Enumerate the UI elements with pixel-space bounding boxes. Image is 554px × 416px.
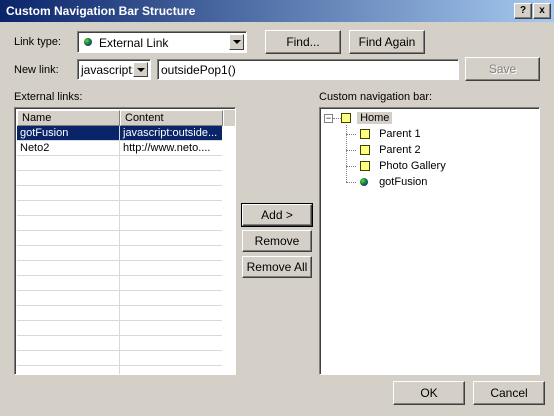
grid-row-line bbox=[17, 350, 222, 351]
tree-item-parent-1[interactable]: Parent 1 bbox=[360, 126, 421, 142]
grid-row-line bbox=[17, 275, 222, 276]
nav-bar-tree[interactable]: − Home Parent 1 Parent 2 Photo Gallery g… bbox=[319, 107, 540, 375]
table-row[interactable]: gotFusion javascript:outside... bbox=[17, 126, 222, 140]
grid-row-line bbox=[17, 215, 222, 216]
link-type-value: External Link bbox=[99, 36, 169, 50]
grid-row-line bbox=[17, 260, 222, 261]
grid-row-line bbox=[17, 230, 222, 231]
grid-right-margin bbox=[222, 126, 235, 374]
window-title: Custom Navigation Bar Structure bbox=[6, 4, 196, 18]
grid-row-line bbox=[17, 335, 222, 336]
grid-body: gotFusion javascript:outside... Neto2 ht… bbox=[17, 126, 222, 374]
grid-row-line bbox=[17, 200, 222, 201]
link-input[interactable]: outsidePop1() bbox=[157, 59, 459, 80]
grid-column-divider bbox=[119, 126, 120, 374]
custom-nav-bar-label: Custom navigation bar: bbox=[319, 91, 433, 103]
find-again-button[interactable]: Find Again bbox=[349, 30, 425, 54]
tree-line bbox=[346, 182, 356, 183]
grid-row-line bbox=[17, 245, 222, 246]
grid-row-line bbox=[17, 365, 222, 366]
tree-line bbox=[333, 118, 341, 119]
grid-row-line bbox=[17, 305, 222, 306]
tree-line bbox=[346, 166, 356, 167]
table-row[interactable]: Neto2 http://www.neto.... bbox=[17, 141, 222, 155]
link-type-dropdown[interactable]: External Link bbox=[77, 31, 247, 53]
grid-row-line bbox=[17, 155, 222, 156]
column-header-content[interactable]: Content bbox=[120, 110, 223, 126]
grid-row-line bbox=[17, 320, 222, 321]
new-link-label: New link: bbox=[14, 64, 59, 76]
column-header-name[interactable]: Name bbox=[17, 110, 120, 126]
grid-row-line bbox=[17, 140, 222, 141]
find-button[interactable]: Find... bbox=[265, 30, 341, 54]
chevron-down-icon[interactable] bbox=[229, 34, 244, 50]
remove-all-button[interactable]: Remove All bbox=[242, 256, 312, 278]
external-links-grid[interactable]: Name Content gotFusion javascript:outsid… bbox=[14, 107, 236, 375]
page-icon bbox=[360, 145, 370, 156]
collapse-icon[interactable]: − bbox=[324, 114, 333, 123]
grid-row-line bbox=[17, 290, 222, 291]
cancel-button[interactable]: Cancel bbox=[473, 381, 545, 405]
chevron-down-icon[interactable] bbox=[133, 62, 148, 77]
tree-line bbox=[346, 150, 356, 151]
help-button[interactable]: ? bbox=[514, 3, 532, 19]
tree-item-parent-2[interactable]: Parent 2 bbox=[360, 142, 421, 158]
grid-row-line bbox=[17, 185, 222, 186]
grid-header-corner bbox=[223, 110, 235, 126]
link-input-value: outsidePop1() bbox=[161, 63, 236, 77]
tree-line bbox=[346, 134, 356, 135]
protocol-value: javascript: bbox=[81, 63, 136, 77]
protocol-dropdown[interactable]: javascript: bbox=[77, 59, 151, 80]
tree-item-label: gotFusion bbox=[379, 176, 428, 188]
tree-item-label: Parent 1 bbox=[379, 128, 421, 140]
ok-button[interactable]: OK bbox=[393, 381, 465, 405]
remove-button[interactable]: Remove bbox=[242, 230, 312, 252]
link-type-label: Link type: bbox=[14, 36, 62, 48]
add-button[interactable]: Add > bbox=[241, 203, 313, 227]
external-links-label: External links: bbox=[14, 91, 83, 103]
tree-item-gotfusion[interactable]: gotFusion bbox=[360, 174, 427, 190]
table-cell-content: http://www.neto.... bbox=[123, 142, 211, 154]
tree-item-label: Photo Gallery bbox=[379, 160, 446, 172]
page-icon bbox=[360, 129, 370, 140]
tree-item-label: Parent 2 bbox=[379, 144, 421, 156]
close-button[interactable]: x bbox=[533, 3, 551, 19]
table-cell-name: Neto2 bbox=[20, 142, 50, 154]
globe-icon bbox=[84, 38, 92, 46]
grid-row-line bbox=[17, 170, 222, 171]
table-cell-name: gotFusion bbox=[17, 126, 119, 140]
table-cell-content: javascript:outside... bbox=[120, 126, 222, 140]
page-icon bbox=[360, 161, 370, 172]
tree-item-photo-gallery[interactable]: Photo Gallery bbox=[360, 158, 446, 174]
globe-icon bbox=[360, 178, 368, 187]
save-button[interactable]: Save bbox=[465, 57, 540, 81]
tree-item-label: Home bbox=[357, 112, 393, 124]
tree-item-home[interactable]: Home bbox=[341, 110, 393, 126]
page-icon bbox=[341, 113, 351, 124]
